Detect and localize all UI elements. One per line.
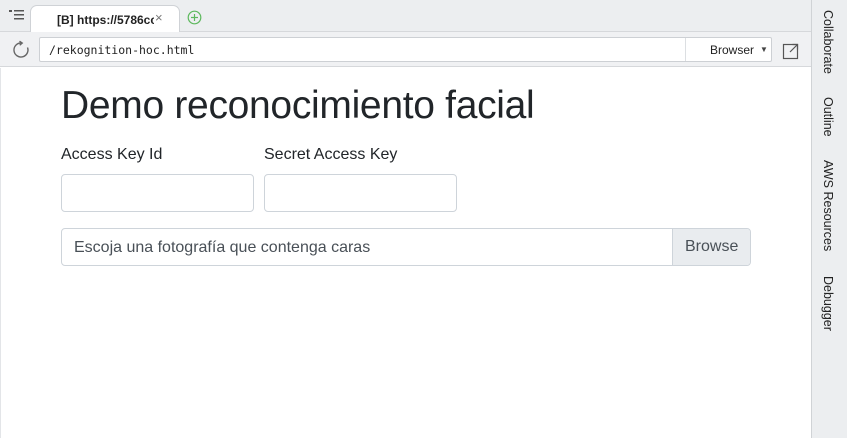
url-text: /rekognition-hoc.html — [49, 43, 195, 57]
plus-circle-icon[interactable] — [187, 10, 202, 25]
close-icon[interactable]: × — [155, 11, 163, 25]
browser-dropdown-label: Browser — [710, 43, 755, 57]
address-bar: /rekognition-hoc.html Browser ▼ — [0, 32, 811, 67]
ide-browser-window: [B] https://5786cc × /rekognition-hoc.ht… — [0, 0, 847, 438]
side-panel: Collaborate Outline AWS Resources Debugg… — [811, 0, 847, 438]
side-tab-aws-resources[interactable]: AWS Resources — [821, 160, 835, 251]
popout-window-icon[interactable] — [782, 41, 801, 60]
page-viewport: Demo reconocimiento facial Access Key Id… — [0, 68, 811, 438]
side-tab-outline[interactable]: Outline — [821, 97, 835, 137]
tab-strip: [B] https://5786cc × — [0, 0, 811, 33]
browser-dropdown[interactable]: Browser ▼ — [686, 38, 771, 61]
side-tab-debugger[interactable]: Debugger — [821, 276, 835, 331]
secret-key-field[interactable] — [264, 174, 457, 212]
chevron-down-icon: ▼ — [760, 45, 768, 54]
access-key-field[interactable] — [61, 174, 254, 212]
url-input[interactable]: /rekognition-hoc.html Browser ▼ — [39, 37, 772, 62]
reload-icon[interactable] — [11, 40, 31, 60]
browse-button[interactable]: Browse — [672, 229, 750, 265]
list-menu-icon[interactable] — [9, 9, 25, 23]
secret-key-label: Secret Access Key — [264, 146, 398, 163]
browse-button-label: Browse — [685, 238, 739, 255]
photo-file-input[interactable]: Escoja una fotografía que contenga caras… — [61, 228, 751, 266]
file-input-label: Escoja una fotografía que contenga caras — [74, 239, 371, 256]
tab-title: [B] https://5786cc — [57, 13, 154, 27]
page-title: Demo reconocimiento facial — [61, 84, 535, 127]
side-tab-collaborate[interactable]: Collaborate — [821, 10, 835, 74]
access-key-label: Access Key Id — [61, 146, 163, 163]
browser-tab[interactable]: [B] https://5786cc × — [30, 5, 180, 33]
